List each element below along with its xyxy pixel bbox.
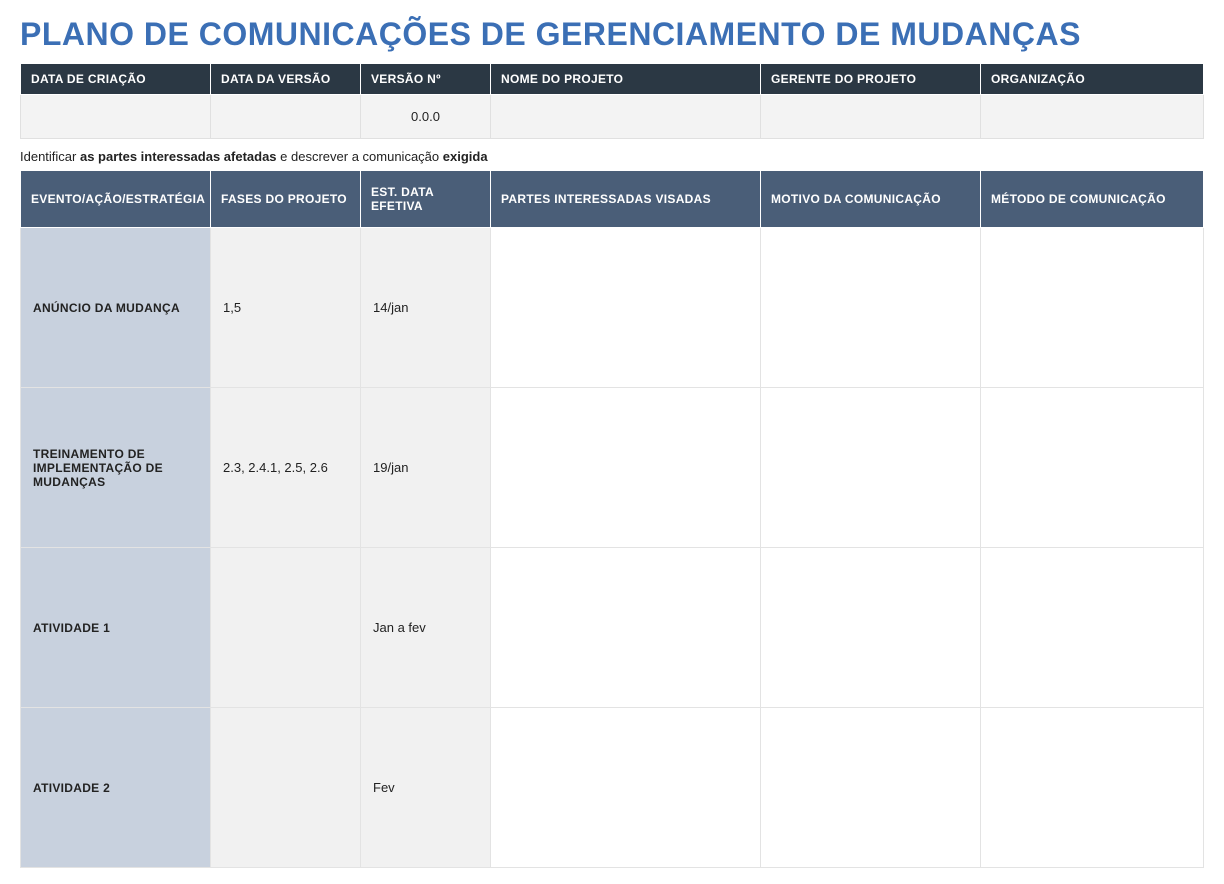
instruction-text-pre: Identificar	[20, 149, 80, 164]
row-phases[interactable]	[211, 548, 361, 708]
meta-cell-organization[interactable]	[981, 95, 1204, 139]
row-phases[interactable]: 1,5	[211, 228, 361, 388]
row-stakeholders[interactable]	[491, 228, 761, 388]
table-row: ATIVIDADE 2 Fev	[21, 708, 1204, 868]
main-header-est-date: EST. DATA EFETIVA	[361, 171, 491, 228]
main-header-reason: MOTIVO DA COMUNICAÇÃO	[761, 171, 981, 228]
row-stakeholders[interactable]	[491, 708, 761, 868]
meta-value-row: 0.0.0	[21, 95, 1204, 139]
row-est-date[interactable]: 14/jan	[361, 228, 491, 388]
main-header-method: MÉTODO DE COMUNICAÇÃO	[981, 171, 1204, 228]
instruction-text-mid: e descrever a comunicação	[277, 149, 443, 164]
row-reason[interactable]	[761, 228, 981, 388]
meta-header-project-name: NOME DO PROJETO	[491, 64, 761, 95]
meta-header-version-date: DATA DA VERSÃO	[211, 64, 361, 95]
row-method[interactable]	[981, 228, 1204, 388]
row-reason[interactable]	[761, 708, 981, 868]
meta-header-organization: ORGANIZAÇÃO	[981, 64, 1204, 95]
row-est-date[interactable]: 19/jan	[361, 388, 491, 548]
meta-cell-created[interactable]	[21, 95, 211, 139]
row-event[interactable]: ATIVIDADE 2	[21, 708, 211, 868]
row-reason[interactable]	[761, 388, 981, 548]
main-table: EVENTO/AÇÃO/ESTRATÉGIA FASES DO PROJETO …	[20, 170, 1204, 868]
table-row: TREINAMENTO DE IMPLEMENTAÇÃO DE MUDANÇAS…	[21, 388, 1204, 548]
row-event[interactable]: ATIVIDADE 1	[21, 548, 211, 708]
meta-table: DATA DE CRIAÇÃO DATA DA VERSÃO VERSÃO Nº…	[20, 63, 1204, 139]
instruction-line: Identificar as partes interessadas afeta…	[20, 149, 1204, 164]
row-phases[interactable]	[211, 708, 361, 868]
meta-header-created: DATA DE CRIAÇÃO	[21, 64, 211, 95]
meta-header-row: DATA DE CRIAÇÃO DATA DA VERSÃO VERSÃO Nº…	[21, 64, 1204, 95]
main-header-phases: FASES DO PROJETO	[211, 171, 361, 228]
row-event[interactable]: TREINAMENTO DE IMPLEMENTAÇÃO DE MUDANÇAS	[21, 388, 211, 548]
row-event[interactable]: ANÚNCIO DA MUDANÇA	[21, 228, 211, 388]
row-method[interactable]	[981, 388, 1204, 548]
instruction-bold-2: exigida	[443, 149, 488, 164]
row-reason[interactable]	[761, 548, 981, 708]
row-stakeholders[interactable]	[491, 548, 761, 708]
row-phases[interactable]: 2.3, 2.4.1, 2.5, 2.6	[211, 388, 361, 548]
page-title: PLANO DE COMUNICAÇÕES DE GERENCIAMENTO D…	[20, 16, 1204, 53]
main-header-row: EVENTO/AÇÃO/ESTRATÉGIA FASES DO PROJETO …	[21, 171, 1204, 228]
row-method[interactable]	[981, 548, 1204, 708]
meta-header-version-no: VERSÃO Nº	[361, 64, 491, 95]
row-est-date[interactable]: Jan a fev	[361, 548, 491, 708]
main-header-stakeholders: PARTES INTERESSADAS VISADAS	[491, 171, 761, 228]
table-row: ATIVIDADE 1 Jan a fev	[21, 548, 1204, 708]
meta-cell-project-manager[interactable]	[761, 95, 981, 139]
instruction-bold-1: as partes interessadas afetadas	[80, 149, 277, 164]
row-est-date[interactable]: Fev	[361, 708, 491, 868]
meta-header-project-manager: GERENTE DO PROJETO	[761, 64, 981, 95]
meta-cell-version-date[interactable]	[211, 95, 361, 139]
row-stakeholders[interactable]	[491, 388, 761, 548]
table-row: ANÚNCIO DA MUDANÇA 1,5 14/jan	[21, 228, 1204, 388]
main-header-event: EVENTO/AÇÃO/ESTRATÉGIA	[21, 171, 211, 228]
meta-cell-project-name[interactable]	[491, 95, 761, 139]
meta-cell-version-no[interactable]: 0.0.0	[361, 95, 491, 139]
row-method[interactable]	[981, 708, 1204, 868]
